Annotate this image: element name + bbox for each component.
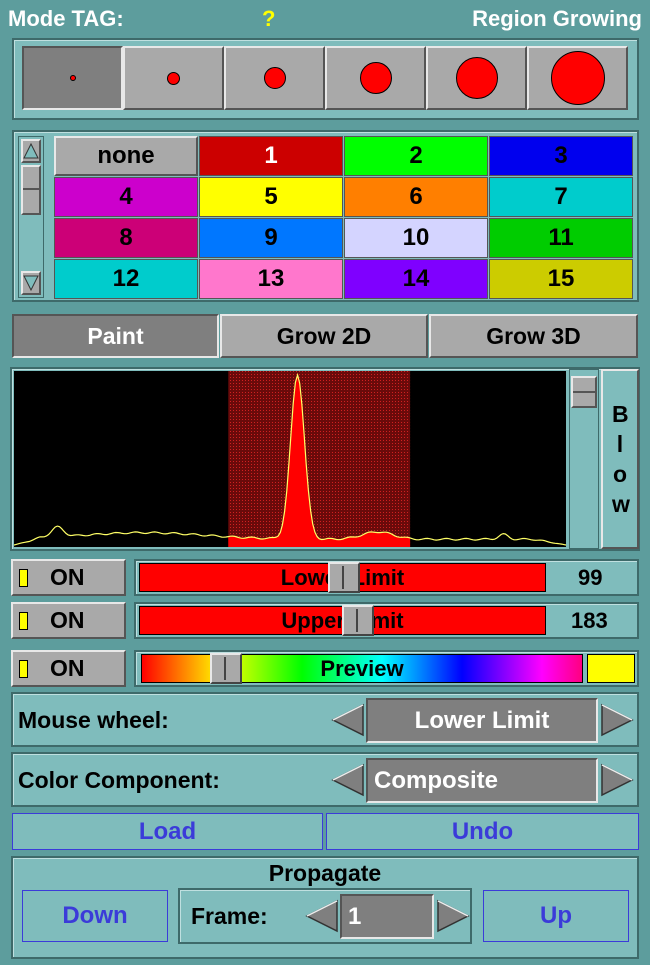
scroll-thumb[interactable] xyxy=(21,165,41,215)
preview-colormap-slider[interactable]: Preview xyxy=(141,654,583,683)
brush-dot-icon xyxy=(69,75,76,81)
color-component-prev-icon[interactable] xyxy=(331,763,365,797)
grow-3d-button[interactable]: Grow 3D xyxy=(429,314,638,358)
brush-dot-icon xyxy=(263,67,286,89)
brush-size-5-button[interactable] xyxy=(426,46,527,110)
scroll-down-icon[interactable] xyxy=(21,271,41,295)
tag-cell[interactable]: 15 xyxy=(489,259,633,299)
histogram-selected-range xyxy=(228,371,411,547)
tag-cell[interactable]: 13 xyxy=(199,259,343,299)
frame-value: 1 xyxy=(348,902,362,930)
color-component-select[interactable]: Composite xyxy=(366,758,598,803)
preview-led xyxy=(19,659,28,678)
tag-cell[interactable]: 7 xyxy=(489,177,633,217)
mouse-wheel-value: Lower Limit xyxy=(414,706,550,734)
preview-color-swatch[interactable] xyxy=(587,654,635,683)
preview-label: Preview xyxy=(320,655,404,681)
tag-cell[interactable]: 1 xyxy=(199,136,343,176)
lower-limit-on-label: ON xyxy=(50,564,85,590)
tag-cell[interactable]: 3 xyxy=(489,136,633,176)
tag-cell[interactable]: 11 xyxy=(489,218,633,258)
upper-limit-toggle[interactable]: ON xyxy=(11,602,126,639)
frame-next-icon[interactable] xyxy=(436,899,470,933)
brush-size-4-button[interactable] xyxy=(325,46,426,110)
brush-dot-icon xyxy=(359,62,392,94)
brush-dot-icon xyxy=(455,57,498,99)
frame-prev-icon[interactable] xyxy=(305,899,339,933)
color-component-value: Composite xyxy=(374,766,499,794)
mouse-wheel-label: Mouse wheel: xyxy=(18,707,169,733)
brush-size-1-button[interactable] xyxy=(22,46,123,110)
zoom-slider-thumb[interactable] xyxy=(571,376,597,408)
tag-cell[interactable]: 12 xyxy=(54,259,198,299)
propagate-down-button[interactable]: Down xyxy=(22,890,168,942)
lower-limit-toggle[interactable]: ON xyxy=(11,559,126,596)
undo-button[interactable]: Undo xyxy=(326,813,639,850)
upper-limit-value: 183 xyxy=(571,608,608,633)
scroll-up-icon[interactable] xyxy=(21,139,41,163)
paint-button[interactable]: Paint xyxy=(12,314,219,358)
tag-cell[interactable]: 8 xyxy=(54,218,198,258)
tag-scrollbar[interactable] xyxy=(18,136,44,298)
brush-size-2-button[interactable] xyxy=(123,46,224,110)
histogram-zoom-slider[interactable] xyxy=(569,369,599,549)
grow-2d-button[interactable]: Grow 2D xyxy=(220,314,428,358)
tag-cell[interactable]: 9 xyxy=(199,218,343,258)
color-component-next-icon[interactable] xyxy=(600,763,634,797)
tag-cell[interactable]: 4 xyxy=(54,177,198,217)
brush-dot-icon xyxy=(167,71,180,85)
page-title: Region Growing xyxy=(472,6,642,31)
preview-on-label: ON xyxy=(50,655,85,681)
color-component-label: Color Component: xyxy=(18,767,220,793)
blow-label: Blow xyxy=(612,401,630,517)
propagate-title: Propagate xyxy=(268,860,382,886)
brush-size-3-button[interactable] xyxy=(224,46,325,110)
tag-cell[interactable]: none xyxy=(54,136,198,176)
mode-tag-value: ? xyxy=(262,6,276,31)
histogram-plot[interactable] xyxy=(14,371,566,547)
preview-thumb[interactable] xyxy=(210,653,242,684)
tag-cell[interactable]: 5 xyxy=(199,177,343,217)
brush-dot-icon xyxy=(550,51,605,105)
upper-limit-on-label: ON xyxy=(50,607,85,633)
tag-cell[interactable]: 10 xyxy=(344,218,488,258)
propagate-up-button[interactable]: Up xyxy=(483,890,629,942)
tag-cell[interactable]: 14 xyxy=(344,259,488,299)
tag-cell[interactable]: 2 xyxy=(344,136,488,176)
frame-field[interactable]: 1 xyxy=(340,894,434,939)
tag-cell[interactable]: 6 xyxy=(344,177,488,217)
frame-label: Frame: xyxy=(191,903,268,929)
lower-limit-value: 99 xyxy=(578,565,603,590)
lower-limit-led xyxy=(19,568,28,587)
lower-limit-thumb[interactable] xyxy=(328,562,360,593)
upper-limit-led xyxy=(19,611,28,630)
load-button[interactable]: Load xyxy=(12,813,323,850)
blow-button[interactable]: Blow xyxy=(601,369,639,549)
mouse-wheel-next-icon[interactable] xyxy=(600,703,634,737)
upper-limit-thumb[interactable] xyxy=(342,605,374,636)
mouse-wheel-select[interactable]: Lower Limit xyxy=(366,698,598,743)
brush-size-6-button[interactable] xyxy=(527,46,628,110)
mode-tag-label: Mode TAG: xyxy=(8,6,124,31)
preview-toggle[interactable]: ON xyxy=(11,650,126,687)
mouse-wheel-prev-icon[interactable] xyxy=(331,703,365,737)
